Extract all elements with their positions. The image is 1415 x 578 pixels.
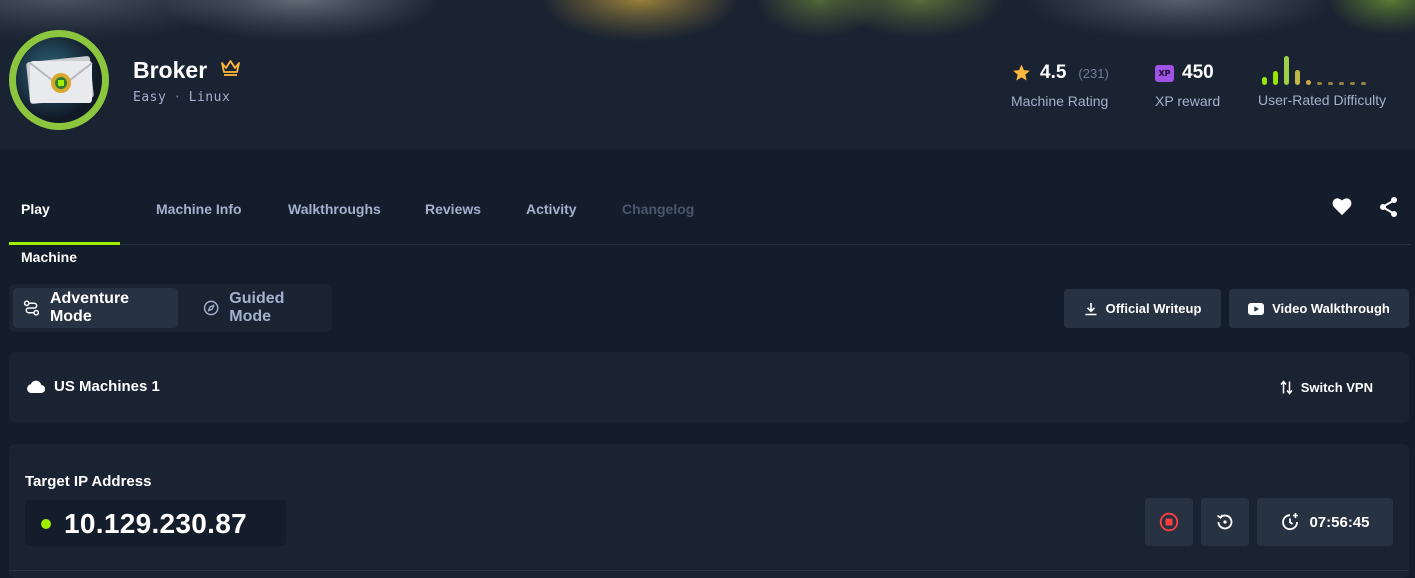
tab-changelog: Changelog [622, 201, 695, 217]
difficulty-bar [1317, 82, 1322, 85]
stop-icon [1159, 512, 1179, 532]
xp-icon: XP [1155, 64, 1174, 82]
official-writeup-label: Official Writeup [1105, 301, 1202, 316]
switch-vpn-button[interactable]: Switch VPN [1280, 380, 1373, 395]
difficulty-bar [1295, 70, 1300, 85]
machine-tabs: Play Machine Machine Info Walkthroughs R… [9, 185, 1411, 265]
status-dot [41, 519, 51, 529]
target-ip-address[interactable]: 10.129.230.87 [64, 508, 247, 540]
rating-label: Machine Rating [1011, 93, 1109, 109]
crown-icon [221, 60, 240, 76]
user-rated-difficulty: User-Rated Difficulty [1258, 92, 1386, 108]
meta-separator: · [173, 90, 182, 105]
xp-value: 450 [1182, 62, 1214, 83]
cloud-icon [27, 380, 45, 393]
tab-machine-info[interactable]: Machine Info [144, 185, 254, 245]
difficulty-bar [1361, 82, 1366, 85]
difficulty-text: Easy [133, 90, 167, 105]
official-writeup-button[interactable]: Official Writeup [1064, 289, 1221, 328]
video-walkthrough-label: Video Walkthrough [1272, 301, 1390, 316]
guided-mode-label: Guided Mode [229, 290, 285, 325]
compass-icon [203, 300, 219, 316]
xp-reward: XP 450 XP reward [1155, 62, 1220, 109]
share-icon[interactable] [1379, 196, 1399, 218]
machine-rating: 4.5 (231) Machine Rating [1011, 62, 1109, 109]
adventure-icon [23, 300, 40, 316]
stop-machine-button[interactable] [1145, 498, 1193, 546]
difficulty-label: User-Rated Difficulty [1258, 92, 1387, 108]
difficulty-bar [1350, 82, 1355, 85]
swap-icon [1280, 380, 1293, 395]
time-remaining: 07:56:45 [1309, 513, 1370, 531]
machine-name: Broker [133, 57, 208, 83]
vpn-server-label: US Machines 1 [54, 378, 160, 395]
difficulty-bar [1284, 56, 1289, 85]
tab-walkthroughs[interactable]: Walkthroughs [276, 185, 393, 245]
target-ip-heading: Target IP Address [25, 473, 152, 490]
tab-play-machine[interactable]: Play Machine [9, 185, 120, 265]
difficulty-bar [1262, 77, 1267, 85]
guided-mode-button[interactable]: Guided Mode [193, 288, 331, 328]
switch-vpn-label: Switch VPN [1300, 380, 1373, 395]
rating-value: 4.5 [1040, 62, 1067, 83]
machine-meta: Easy · Linux [133, 90, 230, 105]
star-icon [1013, 64, 1030, 81]
os-text: Linux [188, 90, 231, 105]
difficulty-bar [1339, 82, 1344, 85]
reset-machine-button[interactable] [1201, 498, 1249, 546]
difficulty-bar [1306, 80, 1311, 85]
download-icon [1085, 302, 1097, 315]
youtube-icon [1248, 302, 1265, 315]
reset-icon [1217, 514, 1233, 530]
xp-label: XP reward [1155, 93, 1221, 109]
extend-time-icon [1282, 513, 1299, 531]
extend-time-button[interactable]: 07:56:45 [1257, 498, 1393, 546]
rating-count: (231) [1078, 65, 1109, 81]
divider [9, 570, 1409, 571]
adventure-mode-button[interactable]: Adventure Mode [13, 288, 178, 328]
heart-icon[interactable] [1331, 196, 1353, 216]
difficulty-bar [1273, 71, 1278, 85]
envelope-icon [26, 56, 94, 104]
tab-reviews[interactable]: Reviews [413, 185, 493, 245]
target-ip-box[interactable]: 10.129.230.87 [25, 500, 286, 546]
machine-avatar [9, 30, 109, 130]
tab-activity[interactable]: Activity [514, 185, 589, 245]
target-panel: Target IP Address 10.129.230.87 07:56:45 [9, 444, 1409, 578]
difficulty-chart[interactable] [1262, 53, 1412, 85]
vpn-panel: US Machines 1 Switch VPN [9, 352, 1409, 423]
mode-switch: Adventure Mode Guided Mode [9, 284, 332, 332]
vpn-server: US Machines 1 [26, 378, 160, 395]
video-walkthrough-button[interactable]: Video Walkthrough [1229, 289, 1409, 328]
difficulty-bar [1328, 82, 1333, 85]
adventure-mode-label: Adventure Mode [49, 290, 130, 325]
